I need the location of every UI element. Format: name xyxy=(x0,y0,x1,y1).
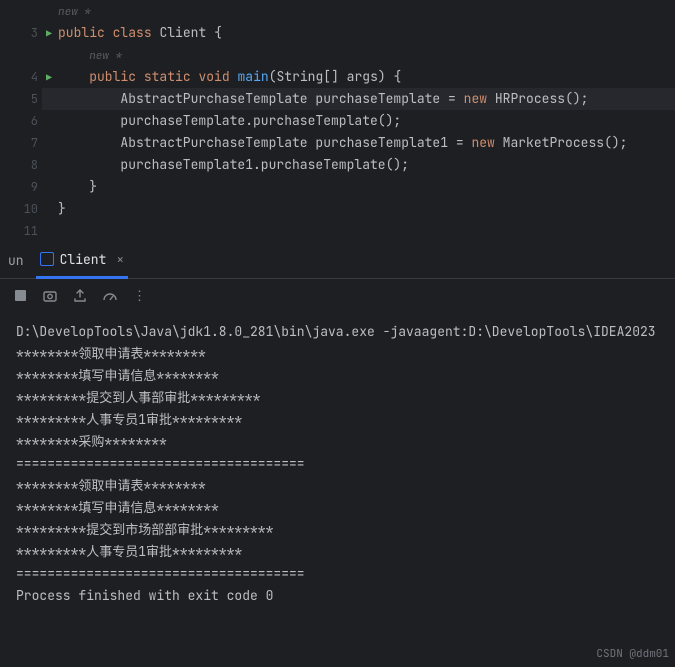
gutter-line: 3▶ xyxy=(4,22,38,44)
code-hint: new * xyxy=(58,44,675,66)
close-icon[interactable]: × xyxy=(116,251,124,268)
gutter-line: 7 xyxy=(4,132,38,154)
code-line: } xyxy=(58,198,675,220)
code-line: AbstractPurchaseTemplate purchaseTemplat… xyxy=(58,132,675,154)
code-line: public static void main(String[] args) { xyxy=(58,66,675,88)
gutter-line: 5 xyxy=(4,88,38,110)
export-icon[interactable] xyxy=(72,288,88,304)
console-line: *********提交到人事部审批********* xyxy=(16,387,659,409)
run-panel: un Client × ⋮ D:\DevelopTools\Java\jdk1.… xyxy=(0,243,675,667)
gutter-line: 10 xyxy=(4,198,38,220)
console-line: ********领取申请表******** xyxy=(16,343,659,365)
run-tab-client[interactable]: Client × xyxy=(36,243,129,279)
console-line: Process finished with exit code 0 xyxy=(16,585,659,607)
console-line: D:\DevelopTools\Java\jdk1.8.0_281\bin\ja… xyxy=(16,321,659,343)
code-line: } xyxy=(58,176,675,198)
more-icon[interactable]: ⋮ xyxy=(132,288,148,304)
run-panel-header: un Client × xyxy=(0,243,675,279)
code-content[interactable]: new * public class Client { new * public… xyxy=(42,0,675,240)
watermark: CSDN @ddm01 xyxy=(596,647,669,661)
code-hint: new * xyxy=(58,0,675,22)
code-line xyxy=(58,220,675,240)
code-line: purchaseTemplate1.purchaseTemplate(); xyxy=(58,154,675,176)
gutter-line xyxy=(4,44,38,66)
tab-label: Client xyxy=(60,251,107,268)
code-line: purchaseTemplate.purchaseTemplate(); xyxy=(58,110,675,132)
panel-title: un xyxy=(8,252,24,269)
console-line: *********提交到市场部部审批********* xyxy=(16,519,659,541)
console-line: ********领取申请表******** xyxy=(16,475,659,497)
console-line: *********人事专员1审批********* xyxy=(16,541,659,563)
gutter-line: 8 xyxy=(4,154,38,176)
run-icon[interactable]: ▶ xyxy=(46,27,52,40)
gutter-line: 6 xyxy=(4,110,38,132)
code-line-current: AbstractPurchaseTemplate purchaseTemplat… xyxy=(42,88,675,110)
application-icon xyxy=(40,252,54,266)
screenshot-icon[interactable] xyxy=(42,288,58,304)
console-line: ********采购******** xyxy=(16,431,659,453)
console-line: *********人事专员1审批********* xyxy=(16,409,659,431)
gauge-icon[interactable] xyxy=(102,288,118,304)
gutter-line: 11 xyxy=(4,220,38,240)
console-line: ===================================== xyxy=(16,563,659,585)
console-line: ********填写申请信息******** xyxy=(16,497,659,519)
console-output[interactable]: D:\DevelopTools\Java\jdk1.8.0_281\bin\ja… xyxy=(0,313,675,667)
stop-button[interactable] xyxy=(12,288,28,304)
code-line: public class Client { xyxy=(58,22,675,44)
code-editor[interactable]: 3▶ 4▶ 5 6 7 8 9 10 11 new * public class… xyxy=(0,0,675,240)
console-line: ********填写申请信息******** xyxy=(16,365,659,387)
editor-gutter: 3▶ 4▶ 5 6 7 8 9 10 11 xyxy=(0,0,42,240)
gutter-line xyxy=(4,0,38,22)
run-toolbar: ⋮ xyxy=(0,279,675,313)
run-icon[interactable]: ▶ xyxy=(46,71,52,84)
console-line: ===================================== xyxy=(16,453,659,475)
gutter-line: 4▶ xyxy=(4,66,38,88)
gutter-line: 9 xyxy=(4,176,38,198)
